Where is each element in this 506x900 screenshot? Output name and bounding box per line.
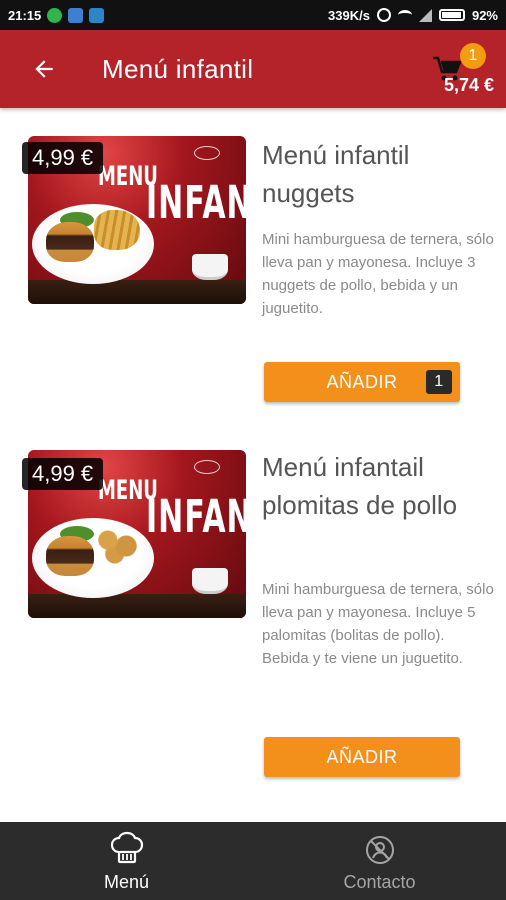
burger-shape (46, 222, 94, 262)
bottom-nav: Menú Contacto (0, 822, 506, 900)
alarm-icon (376, 8, 391, 22)
food-plate (32, 204, 154, 284)
add-button[interactable]: AÑADIR 1 (264, 362, 460, 402)
page-title: Menú infantil (102, 53, 254, 84)
status-left: 21:15 (8, 7, 105, 23)
sauce-bowl (192, 254, 228, 280)
status-right: 339K/s 92% (328, 8, 498, 23)
battery-percent: 92% (471, 7, 498, 23)
battery-icon (438, 9, 465, 21)
menu-item-description: Mini hamburguesa de ternera, sólo lleva … (262, 231, 494, 317)
status-bar: 21:15 339K/s 92% (0, 0, 506, 30)
restaurant-logo (194, 146, 220, 160)
menu-item-list: 4,99 € MENU INFANTIL Menú infantil nugge… (0, 108, 506, 822)
menu-item-title: Menú infantail plomitas de pollo (262, 452, 458, 520)
network-speed: 339K/s (328, 7, 370, 23)
add-button-label: AÑADIR (326, 371, 398, 392)
nav-label-contacto: Contacto (343, 872, 416, 892)
fries-shape (94, 210, 140, 250)
table-wood (28, 594, 246, 618)
burger-shape (46, 536, 94, 576)
status-time: 21:15 (8, 7, 42, 23)
shield-notification-icon (89, 7, 105, 23)
whatsapp-notification-icon (47, 7, 63, 23)
arrow-left-icon (35, 60, 53, 78)
chef-hat-icon (110, 831, 143, 864)
price-tag: 4,99 € (22, 458, 104, 490)
app-notification-icon (68, 7, 84, 23)
nav-item-contacto[interactable]: Contacto (253, 822, 506, 900)
contact-icon (365, 836, 394, 864)
nav-label-menu: Menú (103, 872, 150, 892)
image-heading-line2: INFANTIL (146, 177, 246, 230)
cart-count-badge: 1 (460, 43, 486, 69)
add-button[interactable]: AÑADIR (264, 737, 460, 777)
add-button-label: AÑADIR (326, 746, 398, 767)
menu-item-description: Mini hamburguesa de ternera, sólo lleva … (262, 581, 494, 667)
wifi-icon (397, 10, 412, 20)
sauce-bowl (192, 568, 228, 594)
restaurant-logo (194, 460, 220, 474)
signal-icon (418, 8, 432, 22)
food-plate (32, 518, 154, 598)
table-wood (28, 280, 246, 304)
nav-item-menu[interactable]: Menú (0, 822, 253, 900)
app-bar: Menú infantil 1 5,74 € (0, 30, 506, 108)
cart-button[interactable]: 1 5,74 € (422, 42, 494, 96)
popcorn-chicken-shape (94, 524, 140, 564)
back-button[interactable] (22, 47, 66, 91)
quantity-badge: 1 (426, 370, 452, 394)
price-tag: 4,99 € (22, 142, 104, 174)
cart-total: 5,74 € (443, 75, 494, 95)
image-heading-line2: INFANTIL (146, 491, 246, 544)
menu-item-title: Menú infantil nuggets (262, 140, 410, 208)
